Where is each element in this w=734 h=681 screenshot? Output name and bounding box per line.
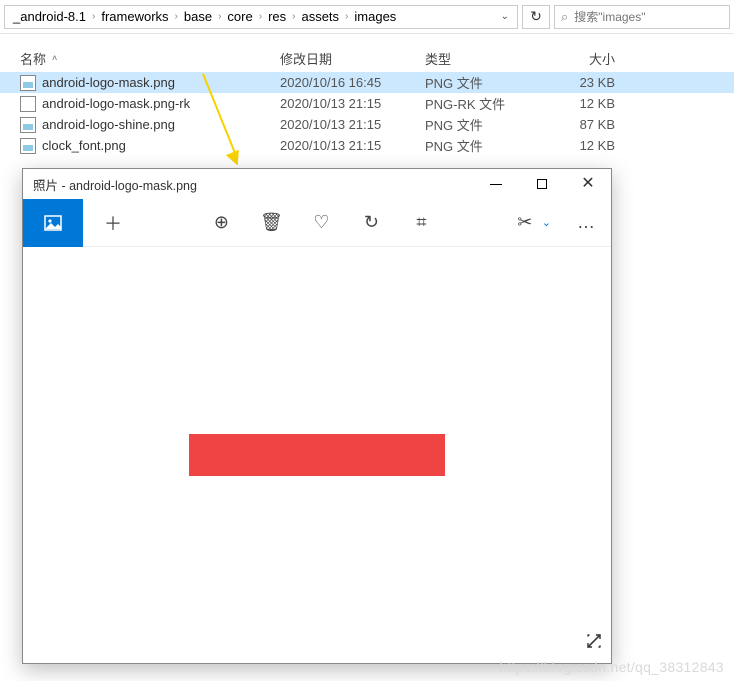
close-button[interactable]: ✕ [565,169,611,199]
more-button[interactable]: … [561,199,611,247]
window-title: 照片 - android-logo-mask.png [33,175,473,194]
file-size: 12 KB [535,138,625,153]
chevron-right-icon: › [343,11,350,22]
file-type: PNG-RK 文件 [425,94,535,113]
file-name: android-logo-shine.png [42,117,280,132]
sort-caret-icon: ˄ [52,53,57,63]
file-date: 2020/10/16 16:45 [280,75,425,90]
header-size[interactable]: 大小 [535,49,625,68]
address-bar: _android-8.1› frameworks› base› core› re… [0,0,734,34]
resize-handle[interactable] [585,632,603,655]
window-title-bar[interactable]: 照片 - android-logo-mask.png ✕ [23,169,611,199]
file-type: PNG 文件 [425,73,535,92]
chevron-right-icon: › [173,11,180,22]
zoom-icon: ⊕ [214,212,229,233]
redaction-box [189,434,445,476]
file-icon [20,75,36,91]
minimize-icon [490,184,502,185]
rotate-button[interactable]: ↻ [346,199,396,247]
header-name[interactable]: 名称 ˄ [20,49,280,68]
file-size: 23 KB [535,75,625,90]
photo-preview-window: 照片 - android-logo-mask.png ✕ ＋ ⊕ 🗑 ♡ ↻ ⌗… [22,168,612,664]
crumb-1[interactable]: frameworks [97,9,172,24]
chevron-right-icon: › [90,11,97,22]
view-mode-button[interactable] [23,199,83,247]
zoom-button[interactable]: ⊕ [196,199,246,247]
close-icon: ✕ [581,176,594,192]
scissors-icon: ✂ [517,212,532,233]
file-icon [20,117,36,133]
plus-icon: ＋ [104,210,122,236]
add-button[interactable]: ＋ [83,199,143,247]
search-box[interactable]: ⌕ [554,5,730,29]
file-name: android-logo-mask.png [42,75,280,90]
trash-icon: 🗑 [260,212,283,233]
file-name: clock_font.png [42,138,280,153]
maximize-icon [537,179,547,189]
file-date: 2020/10/13 21:15 [280,138,425,153]
crumb-2[interactable]: base [180,9,216,24]
crop-button[interactable]: ⌗ [396,199,446,247]
crumb-6[interactable]: images [350,9,400,24]
photo-toolbar: ＋ ⊕ 🗑 ♡ ↻ ⌗ ✂ ⌄ … [23,199,611,247]
file-name: android-logo-mask.png-rk [42,96,280,111]
file-size: 12 KB [535,96,625,111]
file-row[interactable]: android-logo-mask.png 2020/10/16 16:45 P… [0,72,734,93]
refresh-icon: ↻ [530,8,542,25]
crumb-5[interactable]: assets [297,9,343,24]
search-icon: ⌕ [561,9,568,25]
crop-icon: ⌗ [416,212,426,233]
list-header: 名称 ˄ 修改日期 类型 大小 [0,44,734,72]
file-row[interactable]: clock_font.png 2020/10/13 21:15 PNG 文件 1… [0,135,734,156]
chevron-down-icon[interactable]: ⌄ [497,11,513,22]
file-row[interactable]: android-logo-shine.png 2020/10/13 21:15 … [0,114,734,135]
image-icon [43,213,63,233]
crumb-4[interactable]: res [264,9,290,24]
more-icon: … [577,212,595,233]
resize-icon [585,632,603,650]
minimize-button[interactable] [473,169,519,199]
crumb-0[interactable]: _android-8.1 [9,9,90,24]
photo-canvas [23,247,611,663]
file-icon [20,138,36,154]
refresh-button[interactable]: ↻ [522,5,550,29]
file-list: android-logo-mask.png 2020/10/16 16:45 P… [0,72,734,156]
edit-dropdown-icon[interactable]: ⌄ [542,216,551,229]
heart-icon: ♡ [313,212,329,233]
rotate-icon: ↻ [364,212,379,233]
maximize-button[interactable] [519,169,565,199]
header-date[interactable]: 修改日期 [280,49,425,68]
crumb-3[interactable]: core [223,9,256,24]
file-date: 2020/10/13 21:15 [280,96,425,111]
file-type: PNG 文件 [425,115,535,134]
file-type: PNG 文件 [425,136,535,155]
header-name-label: 名称 [20,49,46,68]
chevron-right-icon: › [290,11,297,22]
chevron-right-icon: › [257,11,264,22]
delete-button[interactable]: 🗑 [246,199,296,247]
favorite-button[interactable]: ♡ [296,199,346,247]
chevron-right-icon: › [216,11,223,22]
file-row[interactable]: android-logo-mask.png-rk 2020/10/13 21:1… [0,93,734,114]
file-date: 2020/10/13 21:15 [280,117,425,132]
search-input[interactable] [574,10,729,24]
header-type[interactable]: 类型 [425,49,535,68]
breadcrumb[interactable]: _android-8.1› frameworks› base› core› re… [4,5,518,29]
file-size: 87 KB [535,117,625,132]
file-icon [20,96,36,112]
